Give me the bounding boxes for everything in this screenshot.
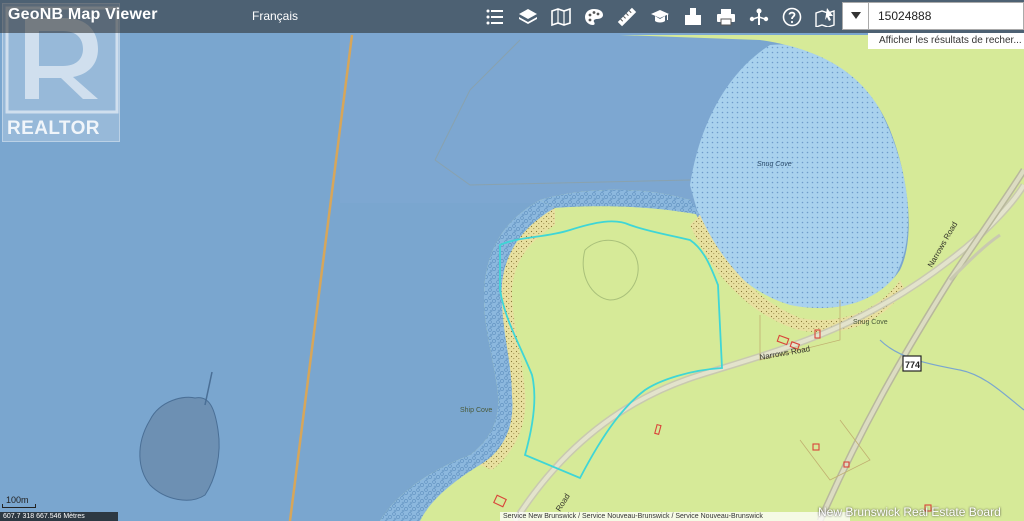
measure-button[interactable] — [610, 0, 643, 33]
share-button[interactable] — [742, 0, 775, 33]
map-canvas[interactable]: Snug Cove Snug Cove Ship Cove Narrows Ro… — [0, 0, 1024, 521]
print-button[interactable] — [709, 0, 742, 33]
ship-cove-label: Ship Cove — [460, 407, 492, 414]
legend-list-button[interactable] — [478, 0, 511, 33]
search-dropdown-button[interactable] — [842, 2, 869, 30]
app-title: GeoNB Map Viewer — [8, 6, 158, 24]
layers-button[interactable] — [511, 0, 544, 33]
education-button[interactable] — [643, 0, 676, 33]
print-icon — [716, 8, 735, 25]
search-input[interactable] — [869, 2, 1024, 30]
identify-map-icon — [814, 7, 835, 27]
snug-cove-label: Snug Cove — [757, 161, 792, 168]
legend-list-icon — [486, 9, 503, 24]
basemap-icon — [550, 7, 571, 26]
route-number: 774 — [905, 360, 920, 370]
basemap-button[interactable] — [544, 0, 577, 33]
identify-button[interactable] — [808, 0, 841, 33]
education-cap-icon — [650, 9, 669, 22]
search-box — [842, 2, 1024, 30]
realtor-word: REALTOR — [7, 118, 100, 139]
bookmark-box-icon — [684, 7, 701, 25]
help-button[interactable] — [775, 0, 808, 33]
help-icon — [782, 7, 801, 26]
palette-icon — [584, 8, 603, 25]
share-icon — [749, 8, 768, 25]
scale-bar — [2, 504, 36, 508]
snug-cove-label-2: Snug Cove — [853, 319, 888, 326]
caret-down-icon — [850, 12, 861, 19]
board-watermark: New Brunswick Real Estate Board — [818, 505, 1001, 519]
coordinates-readout: 607.7 318 667.546 Mètres — [0, 512, 118, 521]
map-attribution: Service New Brunswick / Service Nouveau-… — [500, 512, 850, 521]
layers-icon — [518, 8, 537, 24]
water-shade — [340, 33, 740, 203]
bookmark-button[interactable] — [676, 0, 709, 33]
tool-group — [478, 0, 841, 33]
language-link[interactable]: Français — [252, 9, 298, 23]
top-toolbar: GeoNB Map Viewer Français — [0, 0, 1024, 33]
measure-ruler-icon — [617, 7, 636, 26]
app-title-main: GeoNB Map — [8, 6, 101, 23]
app-title-sub: Viewer — [105, 6, 158, 23]
palette-button[interactable] — [577, 0, 610, 33]
search-results-hint[interactable]: Afficher les résultats de recher... — [868, 33, 1024, 49]
